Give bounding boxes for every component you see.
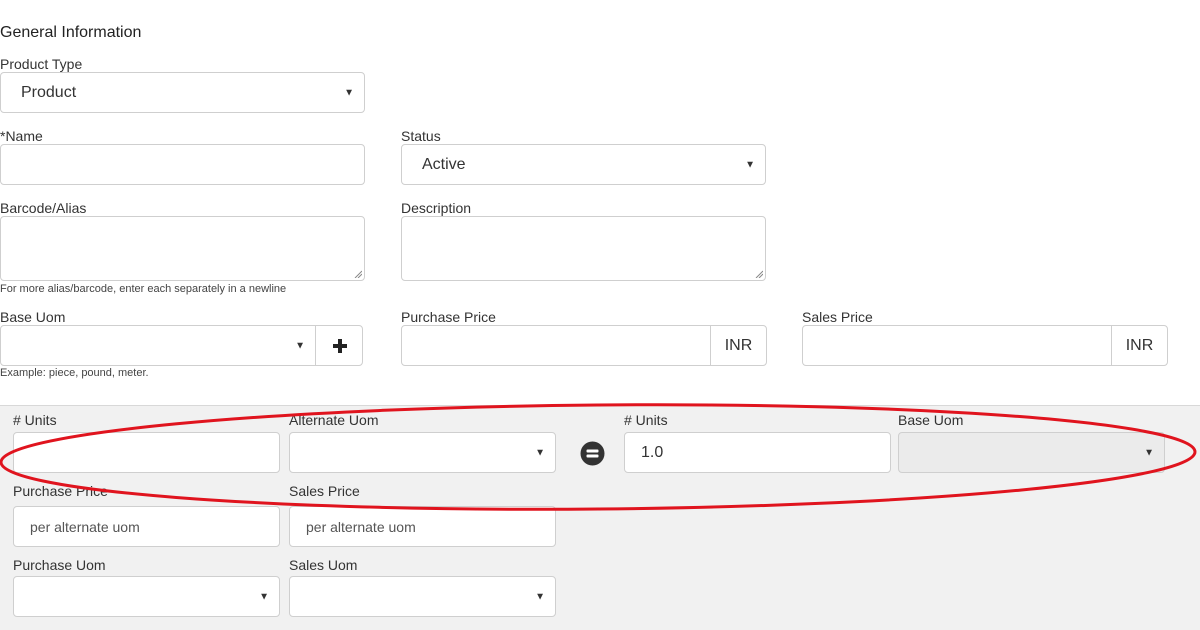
alternate-uom-label: Alternate Uom [289,412,379,428]
chevron-down-icon: ▼ [535,591,545,602]
alt-base-uom-select: ▼ [898,432,1165,473]
alt-units-label: # Units [13,412,57,428]
chevron-down-icon: ▼ [295,340,305,351]
section-title: General Information [0,24,142,41]
base-uom-label: Base Uom [0,309,66,325]
status-select[interactable]: Active ▼ [401,144,766,185]
purchase-price-input[interactable]: INR [401,325,767,366]
purchase-price-currency: INR [710,326,766,365]
alt-purchase-price-placeholder: per alternate uom [30,518,140,535]
sales-price-label: Sales Price [802,309,873,325]
chevron-down-icon: ▼ [259,591,269,602]
alternate-uom-select[interactable]: ▼ [289,432,556,473]
status-value: Active [422,155,466,173]
barcode-label: Barcode/Alias [0,200,87,216]
name-label: *Name [0,128,43,144]
alt-purchase-price-input[interactable]: per alternate uom [13,506,280,547]
sales-uom-select[interactable]: ▼ [289,576,556,617]
purchase-price-label: Purchase Price [401,309,496,325]
plus-icon [333,339,347,353]
barcode-textarea[interactable] [0,216,365,281]
equals-icon [580,441,605,466]
alt-units-input[interactable] [13,432,280,473]
sales-price-currency: INR [1111,326,1167,365]
barcode-help-text: For more alias/barcode, enter each separ… [0,283,287,295]
sales-price-input[interactable]: INR [802,325,1168,366]
name-input[interactable] [0,144,365,185]
chevron-down-icon: ▼ [344,87,354,98]
resize-handle-icon[interactable] [755,270,763,278]
base-units-input[interactable]: 1.0 [624,432,891,473]
product-type-select[interactable]: Product ▼ [0,72,365,113]
status-label: Status [401,128,441,144]
resize-handle-icon[interactable] [354,270,362,278]
add-base-uom-button[interactable] [315,325,363,366]
purchase-uom-select[interactable]: ▼ [13,576,280,617]
product-type-value: Product [21,83,77,101]
chevron-down-icon: ▼ [1144,447,1154,458]
chevron-down-icon: ▼ [535,447,545,458]
sales-uom-label: Sales Uom [289,557,358,573]
alt-sales-price-input[interactable]: per alternate uom [289,506,556,547]
base-uom-select[interactable]: ▼ [0,325,316,366]
description-textarea[interactable] [401,216,766,281]
base-uom-help-text: Example: piece, pound, meter. [0,367,149,379]
purchase-uom-label: Purchase Uom [13,557,106,573]
description-label: Description [401,200,472,216]
product-type-label: Product Type [0,56,83,72]
alt-sales-price-placeholder: per alternate uom [306,518,416,535]
alt-base-uom-label: Base Uom [898,412,964,428]
chevron-down-icon: ▼ [745,159,755,170]
alt-purchase-price-label: Purchase Price [13,483,108,499]
base-units-label: # Units [624,412,668,428]
alt-sales-price-label: Sales Price [289,483,360,499]
base-units-value: 1.0 [641,443,664,461]
